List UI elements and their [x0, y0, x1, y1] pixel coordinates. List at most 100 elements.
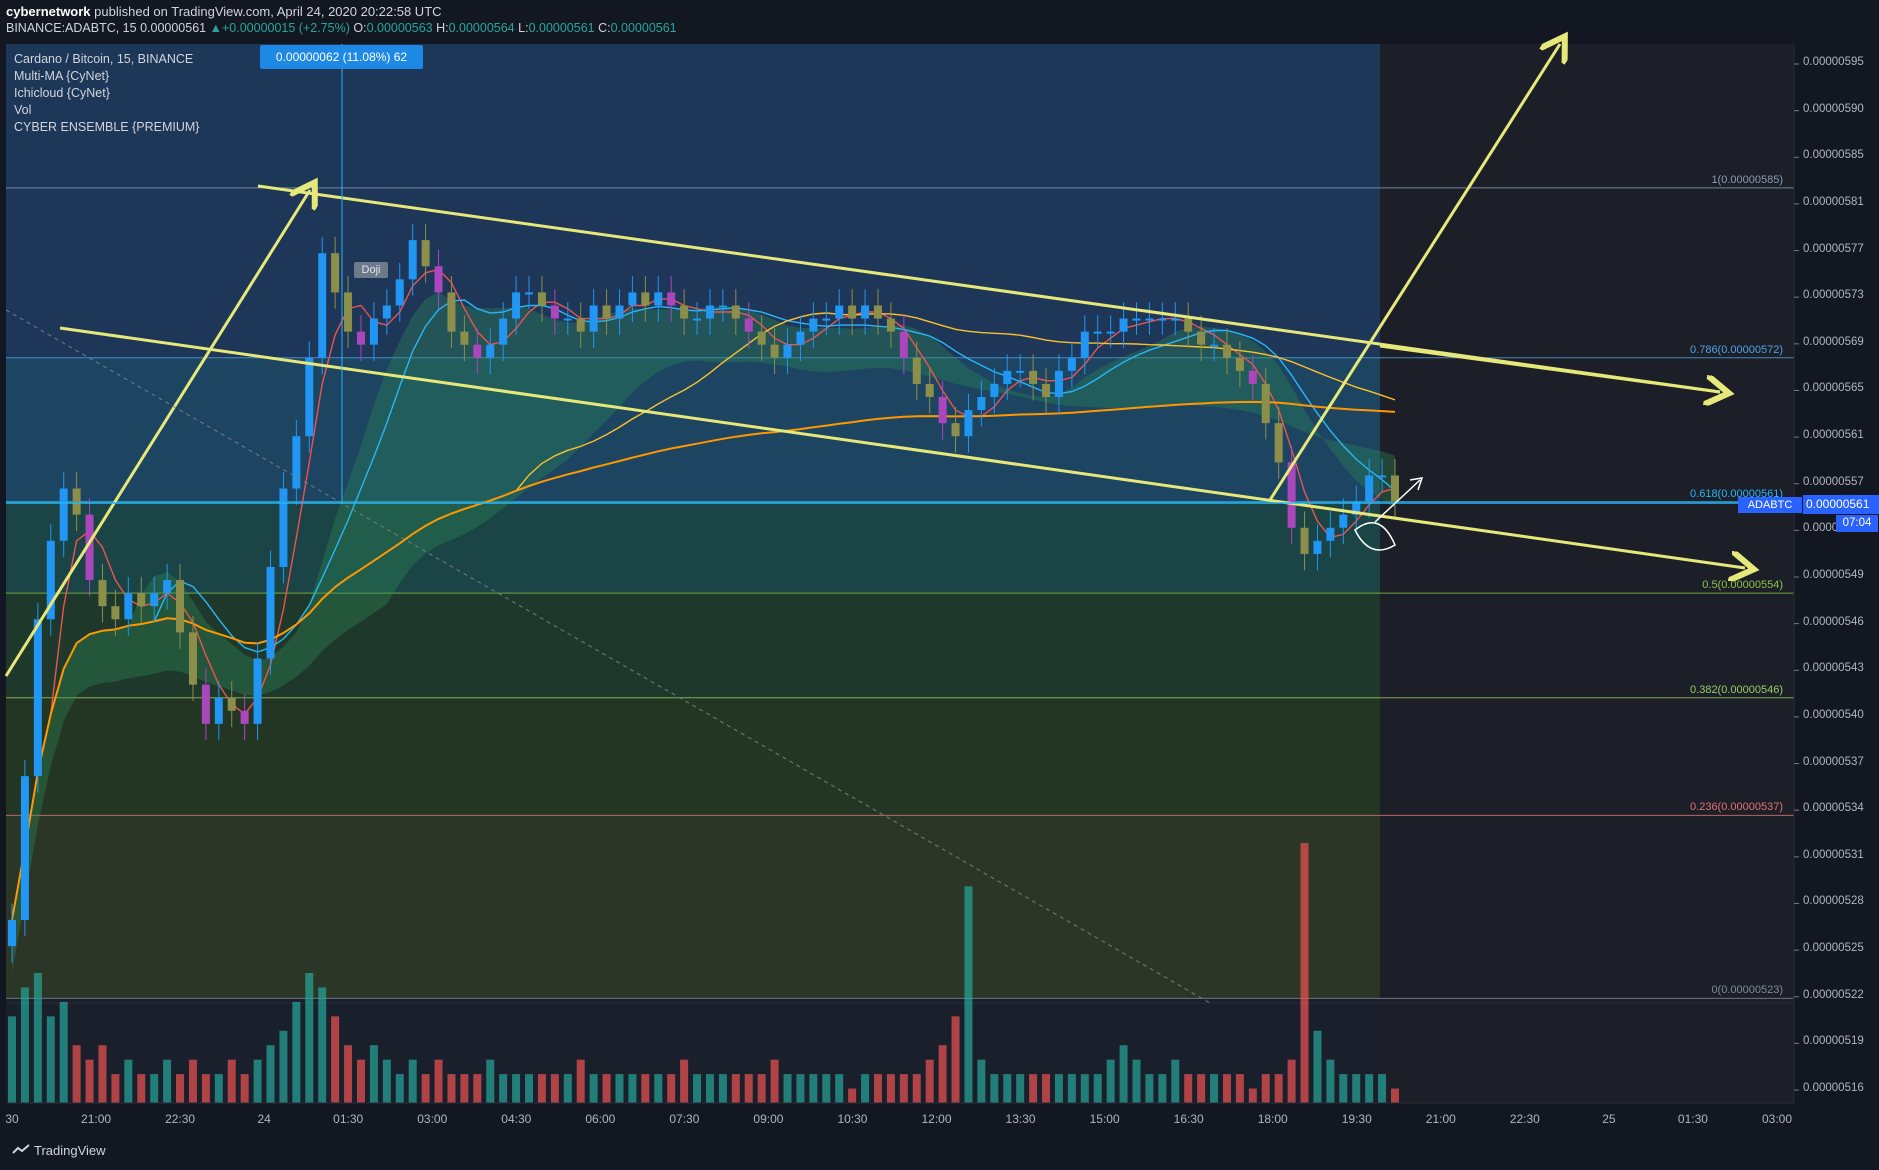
price-tick-label: 0.00000565 — [1803, 382, 1864, 395]
price-tick-label: 0.00000525 — [1803, 942, 1864, 955]
candle-body — [305, 357, 314, 437]
candle-body — [1197, 331, 1206, 345]
volume-bar — [111, 1074, 120, 1103]
legend-ichicloud[interactable]: Ichicloud {CyNet} — [14, 86, 110, 100]
candle-body — [602, 305, 611, 319]
volume-bar — [486, 1059, 495, 1103]
volume-bar — [1067, 1074, 1076, 1103]
price-tick-label: 0.00000519 — [1803, 1035, 1864, 1048]
volume-bar — [718, 1074, 727, 1103]
candle-body — [59, 488, 68, 541]
candle-body — [369, 318, 378, 345]
candle-body — [150, 593, 159, 607]
volume-bar — [1326, 1059, 1335, 1103]
volume-bar — [1080, 1074, 1089, 1103]
volume-bar — [473, 1074, 482, 1103]
volume-bar — [1029, 1074, 1038, 1103]
fib-label: 0(0.00000523) — [1711, 984, 1783, 997]
fib-zone — [6, 697, 1380, 816]
legend-cyber-ensemble[interactable]: CYBER ENSEMBLE {PREMIUM} — [14, 120, 199, 134]
candle-body — [1313, 540, 1322, 554]
candle-body — [770, 344, 779, 358]
volume-bar — [563, 1074, 572, 1103]
volume-bar — [977, 1059, 986, 1103]
time-tick-label: 22:30 — [1509, 1112, 1540, 1126]
candle-body — [705, 305, 714, 319]
candle-body — [1003, 370, 1012, 384]
volume-bar — [731, 1074, 740, 1103]
volume-bar — [356, 1059, 365, 1103]
price-tick-label: 0.00000573 — [1803, 289, 1864, 302]
volume-bar — [861, 1074, 870, 1103]
candle-body — [1029, 370, 1038, 384]
candle-body — [292, 436, 301, 489]
volume-bar — [641, 1074, 650, 1103]
volume-bar — [1300, 843, 1309, 1103]
candle-body — [964, 410, 973, 437]
volume-bar — [46, 1016, 55, 1103]
footer: TradingView — [0, 1135, 1879, 1170]
candle-body — [20, 776, 29, 920]
volume-bar — [1093, 1074, 1102, 1103]
candle-body — [318, 253, 327, 358]
price-tick-label: 0.00000537 — [1803, 755, 1864, 768]
volume-bar — [1391, 1088, 1399, 1103]
volume-bar — [873, 1074, 882, 1103]
candle-body — [331, 253, 340, 293]
candle-body — [137, 593, 146, 607]
time-tick-label: 24 — [257, 1112, 271, 1126]
candle-body — [1145, 318, 1154, 321]
volume-bar — [938, 1045, 947, 1103]
volume-bar — [266, 1045, 275, 1103]
candle-body — [1261, 383, 1270, 424]
candle-body — [809, 318, 818, 332]
candle-body — [1326, 527, 1335, 541]
volume-bar — [783, 1074, 792, 1103]
volume-bar — [796, 1074, 805, 1103]
candle-body — [744, 318, 753, 332]
tradingview-logo[interactable]: TradingView — [12, 1143, 106, 1158]
volume-bar — [1119, 1045, 1128, 1103]
volume-bar — [1210, 1074, 1219, 1103]
price-tick-label: 0.00000569 — [1803, 335, 1864, 348]
price-tick-label: 0.00000561 — [1803, 429, 1864, 442]
price-chart[interactable] — [0, 0, 1879, 1135]
volume-bar — [72, 1045, 81, 1103]
legend-vol[interactable]: Vol — [14, 103, 31, 117]
volume-bar — [705, 1074, 714, 1103]
volume-bar — [8, 1016, 16, 1103]
candle-body — [628, 292, 637, 306]
volume-bar — [382, 1059, 391, 1103]
volume-bar — [85, 1059, 94, 1103]
candle-body — [460, 331, 469, 345]
candle-body — [1054, 370, 1063, 397]
volume-bar — [1352, 1074, 1361, 1103]
volume-bar — [292, 1001, 301, 1103]
volume-bar — [951, 1016, 960, 1103]
price-tick-label: 0.00000531 — [1803, 848, 1864, 861]
volume-bar — [318, 987, 327, 1103]
candle-body — [563, 318, 572, 321]
volume-bar — [279, 1030, 288, 1103]
time-tick-label: 01:30 — [333, 1112, 364, 1126]
volume-bar — [628, 1074, 637, 1103]
candle-body — [990, 383, 999, 397]
price-tick-label: 0.00000540 — [1803, 708, 1864, 721]
fib-zone — [6, 815, 1380, 999]
volume-bar — [576, 1059, 585, 1103]
volume-bar — [1287, 1059, 1296, 1103]
candle-body — [822, 318, 831, 321]
legend-multi-ma[interactable]: Multi-MA {CyNet} — [14, 69, 109, 83]
volume-bar — [331, 1016, 340, 1103]
volume-bar — [59, 1001, 68, 1103]
candle-body — [408, 240, 417, 280]
time-tick-label: 04:30 — [501, 1112, 532, 1126]
current-price-tag: 0.00000561 — [1803, 495, 1879, 514]
volume-bar — [421, 1074, 430, 1103]
candle-body — [124, 593, 133, 620]
volume-bar — [434, 1059, 443, 1103]
legend-symbol[interactable]: Cardano / Bitcoin, 15, BINANCE — [14, 52, 193, 66]
volume-bar — [809, 1074, 818, 1103]
volume-bar — [1003, 1074, 1012, 1103]
volume-bar — [770, 1059, 779, 1103]
